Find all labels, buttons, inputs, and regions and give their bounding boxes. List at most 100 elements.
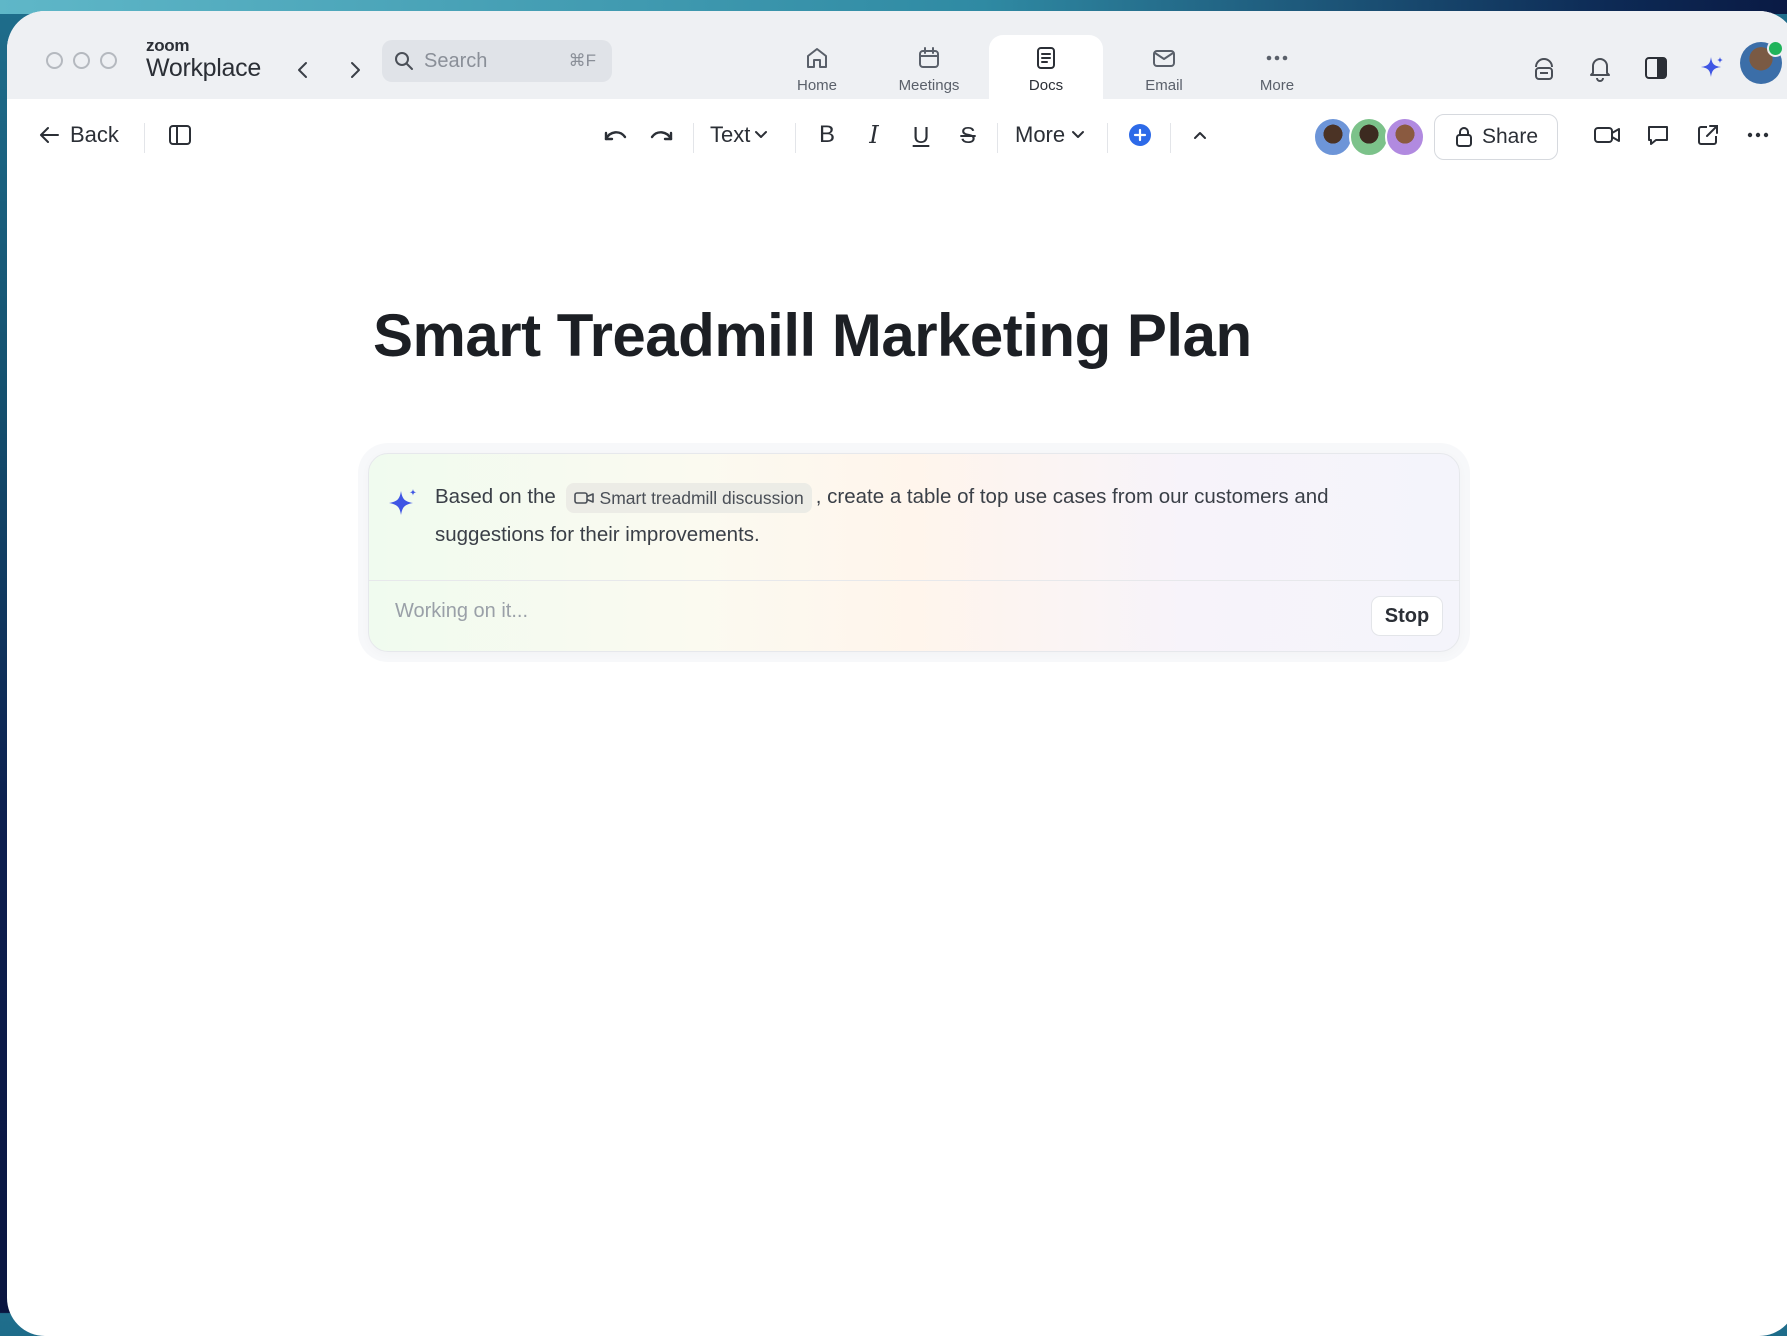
chevron-up-icon bbox=[1194, 132, 1206, 139]
sidebar-icon bbox=[169, 125, 191, 145]
sidebar-toggle-button[interactable] bbox=[163, 115, 197, 155]
divider bbox=[997, 123, 998, 153]
user-avatar[interactable] bbox=[1740, 40, 1784, 84]
chevron-down-icon bbox=[1072, 131, 1085, 138]
meeting-reference-chip[interactable]: Smart treadmill discussion bbox=[565, 482, 812, 513]
brand-small: zoom bbox=[146, 36, 190, 55]
italic-button[interactable]: I bbox=[859, 115, 889, 155]
tab-home-label: Home bbox=[796, 77, 837, 94]
minimize-window-button[interactable] bbox=[73, 52, 90, 69]
redo-button[interactable] bbox=[644, 115, 680, 155]
title-bar: zoom Workplace Search ⌘F Home Meetings D… bbox=[7, 11, 1787, 105]
brand-big: Workplace bbox=[146, 54, 261, 82]
tab-meetings[interactable]: Meetings bbox=[873, 35, 985, 101]
more-format-dropdown[interactable]: More bbox=[1015, 115, 1085, 155]
search-shortcut: ⌘F bbox=[568, 51, 596, 70]
text-style-dropdown[interactable]: Text bbox=[710, 115, 768, 155]
video-camera-icon bbox=[573, 491, 594, 504]
mail-icon bbox=[1153, 50, 1175, 67]
divider bbox=[144, 123, 145, 153]
notifications-button[interactable] bbox=[1585, 53, 1615, 83]
divider bbox=[1107, 123, 1108, 153]
divider bbox=[369, 580, 1459, 581]
strikethrough-button[interactable]: S bbox=[953, 115, 983, 155]
chevron-down-icon bbox=[755, 131, 768, 138]
more-dots-icon bbox=[1266, 55, 1288, 61]
italic-glyph: I bbox=[869, 121, 879, 149]
open-external-button[interactable] bbox=[1691, 115, 1725, 155]
online-status-dot bbox=[1767, 40, 1784, 57]
tab-email-label: Email bbox=[1145, 77, 1183, 94]
collaborator-avatar[interactable] bbox=[1385, 117, 1425, 157]
search-bar[interactable]: Search ⌘F bbox=[382, 40, 612, 82]
sparkle-icon bbox=[389, 489, 417, 515]
tab-more-label: More bbox=[1259, 77, 1295, 94]
share-button[interactable]: Share bbox=[1434, 114, 1558, 160]
ai-prompt-card: Based on the Smart treadmill discussion … bbox=[368, 453, 1460, 652]
redo-icon bbox=[650, 131, 673, 141]
back-button[interactable]: Back bbox=[38, 115, 119, 155]
back-label: Back bbox=[70, 122, 119, 147]
underline-button[interactable]: U bbox=[906, 115, 936, 155]
page-title[interactable]: Smart Treadmill Marketing Plan bbox=[373, 301, 1252, 370]
nav-forward-button[interactable] bbox=[343, 58, 367, 82]
collaborator-avatar[interactable] bbox=[1349, 117, 1389, 157]
tab-docs[interactable]: Docs bbox=[989, 35, 1103, 105]
external-link-icon bbox=[1698, 125, 1718, 145]
collaborator-avatar[interactable] bbox=[1313, 117, 1353, 157]
share-label: Share bbox=[1481, 125, 1539, 148]
nav-back-button[interactable] bbox=[291, 58, 315, 82]
headset-button[interactable] bbox=[1529, 53, 1559, 83]
zoom-window-button[interactable] bbox=[100, 52, 117, 69]
divider bbox=[693, 123, 694, 153]
doc-icon bbox=[1037, 47, 1055, 69]
tab-more[interactable]: More bbox=[1221, 35, 1333, 101]
bell-icon bbox=[1590, 58, 1610, 82]
tab-docs-label: Docs bbox=[1028, 77, 1064, 94]
search-icon bbox=[395, 52, 413, 70]
bold-button[interactable]: B bbox=[812, 115, 842, 155]
home-icon bbox=[807, 48, 827, 68]
sparkle-icon bbox=[1701, 57, 1723, 77]
collapse-toolbar-button[interactable] bbox=[1187, 115, 1213, 155]
tab-email[interactable]: Email bbox=[1108, 35, 1220, 101]
bold-glyph: B bbox=[818, 121, 835, 148]
doc-options-button[interactable] bbox=[1741, 115, 1775, 155]
underline-glyph: U bbox=[912, 121, 930, 148]
comment-icon bbox=[1648, 126, 1668, 145]
ai-status-text: Working on it... bbox=[395, 600, 529, 622]
doc-toolbar: Back Text B I U S More Share bbox=[7, 99, 1787, 171]
more-format-label: More bbox=[1015, 122, 1066, 147]
video-camera-icon bbox=[1594, 127, 1620, 143]
text-style-label: Text bbox=[710, 122, 751, 147]
arrow-left-icon bbox=[40, 127, 59, 143]
chevron-left-icon bbox=[298, 62, 307, 78]
app-logo: zoom Workplace bbox=[146, 37, 261, 81]
chip-label: Smart treadmill discussion bbox=[599, 487, 804, 508]
tab-home[interactable]: Home bbox=[761, 35, 873, 101]
plus-circle-icon bbox=[1129, 124, 1151, 146]
divider bbox=[795, 123, 796, 153]
close-window-button[interactable] bbox=[46, 52, 63, 69]
calendar-icon bbox=[919, 47, 939, 68]
strikethrough-glyph: S bbox=[960, 121, 976, 148]
search-placeholder: Search bbox=[424, 49, 488, 72]
insert-button[interactable] bbox=[1125, 115, 1155, 155]
ai-prompt-text: Based on the Smart treadmill discussion … bbox=[435, 478, 1409, 554]
prompt-prefix: Based on the bbox=[435, 485, 556, 508]
undo-icon bbox=[604, 131, 627, 141]
comments-button[interactable] bbox=[1641, 115, 1675, 155]
window-controls bbox=[46, 52, 117, 69]
panel-toggle-button[interactable] bbox=[1641, 53, 1671, 83]
divider bbox=[1170, 123, 1171, 153]
headset-icon bbox=[1535, 58, 1553, 80]
start-meeting-button[interactable] bbox=[1590, 115, 1624, 155]
lock-icon bbox=[1455, 127, 1472, 147]
collaborator-avatars[interactable] bbox=[1313, 117, 1425, 157]
app-window: zoom Workplace Search ⌘F Home Meetings D… bbox=[7, 11, 1787, 1336]
stop-button[interactable]: Stop bbox=[1371, 596, 1443, 636]
undo-button[interactable] bbox=[597, 115, 633, 155]
chevron-right-icon bbox=[351, 62, 360, 78]
ai-companion-button[interactable] bbox=[1697, 53, 1727, 83]
tab-meetings-label: Meetings bbox=[898, 77, 960, 94]
